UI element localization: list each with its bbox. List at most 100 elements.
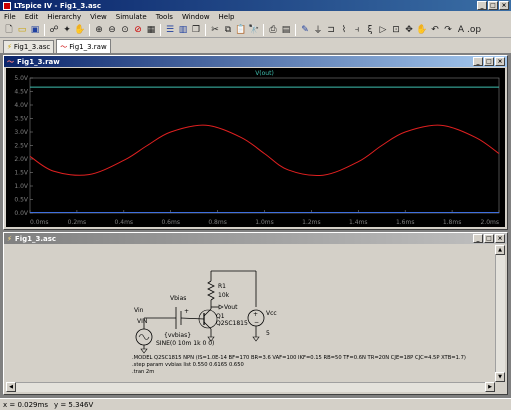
menu-tools[interactable]: Tools	[156, 13, 173, 21]
drag-icon[interactable]: ✋	[416, 23, 428, 36]
q1-name: Q1	[216, 313, 225, 320]
model-directive[interactable]: .MODEL Q2SC1815 NPN (IS=1.0E-14 BF=170 B…	[132, 355, 466, 361]
component-icon[interactable]: ⊡	[390, 23, 402, 36]
zoom-out-icon[interactable]: ⊖	[106, 23, 118, 36]
print-icon[interactable]: ⎙	[267, 23, 279, 36]
y-tick-label: 5.0V	[14, 75, 29, 82]
cut-icon[interactable]: ✂	[209, 23, 221, 36]
menu-view[interactable]: View	[90, 13, 107, 21]
cascade-icon[interactable]: ❐	[190, 23, 202, 36]
redo-icon[interactable]: ↷	[442, 23, 454, 36]
svg-text:Vout: Vout	[224, 304, 238, 311]
resistor-icon[interactable]: ⌇	[338, 23, 350, 36]
undo-icon[interactable]: ↶	[429, 23, 441, 36]
menu-simulate[interactable]: Simulate	[116, 13, 147, 21]
r1-name: R1	[218, 283, 226, 290]
zoom-back-icon[interactable]: ⊘	[132, 23, 144, 36]
horizontal-scrollbar[interactable]: ◀ ▶	[6, 382, 495, 392]
document-tabs: ⚡ Fig1_3.asc 〜 Fig1_3.raw	[0, 38, 511, 53]
voltage-source-vbias[interactable]: Vbias {vvbias} +	[164, 295, 205, 339]
y-readout: y = 5.346V	[53, 400, 94, 409]
vin-name: VIN	[137, 318, 147, 325]
waveform-minimize-button[interactable]: _	[473, 57, 483, 66]
schematic-drawing[interactable]: R1 10k Vout Q1 Q2SC1815 + − Vcc 5 Vbias …	[6, 245, 495, 382]
waveform-icon: 〜	[7, 57, 14, 66]
minimize-button[interactable]: _	[477, 1, 487, 10]
scroll-left-button[interactable]: ◀	[6, 382, 16, 392]
menu-edit[interactable]: Edit	[25, 13, 39, 21]
print-preview-icon[interactable]: ▤	[280, 23, 292, 36]
ground-icon[interactable]: ⏚	[312, 23, 324, 36]
copy-icon[interactable]: ⧉	[222, 23, 234, 36]
mdi-area: 〜 Fig1_3.raw _ □ × V(out) 0.0V 0.5V 1.0V 1.5…	[3, 55, 508, 395]
vcc-value: 5	[266, 330, 270, 337]
scroll-right-button[interactable]: ▶	[485, 382, 495, 392]
vin-value: SINE(0 10m 1k 0 0)	[156, 340, 214, 347]
halt-icon[interactable]: ✋	[74, 23, 86, 36]
save-icon[interactable]: ▣	[29, 23, 41, 36]
menu-help[interactable]: Help	[219, 13, 235, 21]
tran-directive[interactable]: .tran 2m	[132, 369, 154, 375]
x-tick-label: 1.0ms	[255, 219, 274, 226]
vcc-name: Vcc	[266, 310, 277, 317]
schematic-icon: ⚡	[7, 234, 12, 243]
vbias-value: {vvbias}	[164, 332, 191, 339]
open-icon[interactable]: ▭	[16, 23, 28, 36]
zoom-fit-icon[interactable]: ⊙	[119, 23, 131, 36]
inductor-icon[interactable]: ξ	[364, 23, 376, 36]
waveform-window-titlebar[interactable]: 〜 Fig1_3.raw _ □ ×	[4, 56, 507, 67]
net-label-vout[interactable]: Vout	[211, 304, 238, 311]
tab-fig1-3-asc[interactable]: ⚡ Fig1_3.asc	[3, 40, 55, 53]
y-tick-label: 1.5V	[14, 170, 29, 177]
schematic-window-titlebar[interactable]: ⚡ Fig1_3.asc _ □ ×	[4, 233, 507, 244]
menu-window[interactable]: Window	[182, 13, 210, 21]
label-icon[interactable]: ⊐	[325, 23, 337, 36]
q1-value: Q2SC1815	[216, 320, 248, 327]
waveform-maximize-button[interactable]: □	[484, 57, 494, 66]
scroll-down-button[interactable]: ▼	[495, 372, 505, 382]
schematic-maximize-button[interactable]: □	[484, 234, 494, 243]
vbias-name: Vbias	[170, 295, 186, 302]
control-panel-icon[interactable]: ☍	[48, 23, 60, 36]
waveform-close-button[interactable]: ×	[495, 57, 505, 66]
run-icon[interactable]: ✦	[61, 23, 73, 36]
voltage-source-vcc[interactable]: + − Vcc 5	[247, 309, 277, 342]
x-tick-label: 0.4ms	[115, 219, 134, 226]
maximize-button[interactable]: □	[488, 1, 498, 10]
spice-directive-icon[interactable]: .op	[467, 23, 481, 36]
transistor-q1[interactable]: Q1 Q2SC1815	[198, 307, 248, 337]
scroll-up-button[interactable]: ▲	[495, 245, 505, 255]
trace-label[interactable]: V(out)	[255, 70, 274, 77]
zoom-in-icon[interactable]: ⊕	[93, 23, 105, 36]
menu-hierarchy[interactable]: Hierarchy	[47, 13, 81, 21]
wire-icon[interactable]: ✎	[299, 23, 311, 36]
capacitor-icon[interactable]: ⫞	[351, 23, 363, 36]
new-icon[interactable]: 🗋	[3, 23, 15, 36]
menu-file[interactable]: File	[4, 13, 16, 21]
find-icon[interactable]: 🔭	[248, 23, 260, 36]
resistor-r1[interactable]: R1 10k	[207, 271, 230, 307]
pan-icon[interactable]: ▦	[145, 23, 157, 36]
close-button[interactable]: ×	[499, 1, 509, 10]
diode-icon[interactable]: ▷	[377, 23, 389, 36]
tile-horizontal-icon[interactable]: ☰	[164, 23, 176, 36]
net-label-vin[interactable]: Vin	[134, 307, 176, 319]
x-tick-label: 0.0ms	[30, 219, 49, 226]
trace-2[interactable]	[29, 124, 500, 177]
svg-text:+: +	[184, 308, 189, 315]
move-icon[interactable]: ✥	[403, 23, 415, 36]
title-bar[interactable]: LTspice IV - Fig1_3.asc _ □ ×	[0, 0, 511, 11]
vertical-scrollbar[interactable]: ▲ ▼	[495, 245, 505, 382]
schematic-close-button[interactable]: ×	[495, 234, 505, 243]
waveform-chart[interactable]: V(out) 0.0V 0.5V 1.0V 1.5V 2.0V 2.5V 3.0V 3.5V 4.…	[6, 68, 505, 227]
text-icon[interactable]: A	[455, 23, 467, 36]
step-directive[interactable]: .step param vvbias list 0.550 0.6165 0.6…	[132, 362, 244, 368]
tab-fig1-3-raw[interactable]: 〜 Fig1_3.raw	[56, 39, 111, 53]
waveform-plot[interactable]: V(out) 0.0V 0.5V 1.0V 1.5V 2.0V 2.5V 3.0V 3.5V 4.…	[6, 68, 505, 227]
window-title: LTspice IV - Fig1_3.asc	[14, 1, 101, 10]
paste-icon[interactable]: 📋	[235, 23, 247, 36]
schematic-minimize-button[interactable]: _	[473, 234, 483, 243]
y-tick-label: 2.0V	[14, 156, 29, 163]
tile-vertical-icon[interactable]: ▥	[177, 23, 189, 36]
schematic-canvas[interactable]: R1 10k Vout Q1 Q2SC1815 + − Vcc 5 Vbias …	[6, 245, 495, 382]
